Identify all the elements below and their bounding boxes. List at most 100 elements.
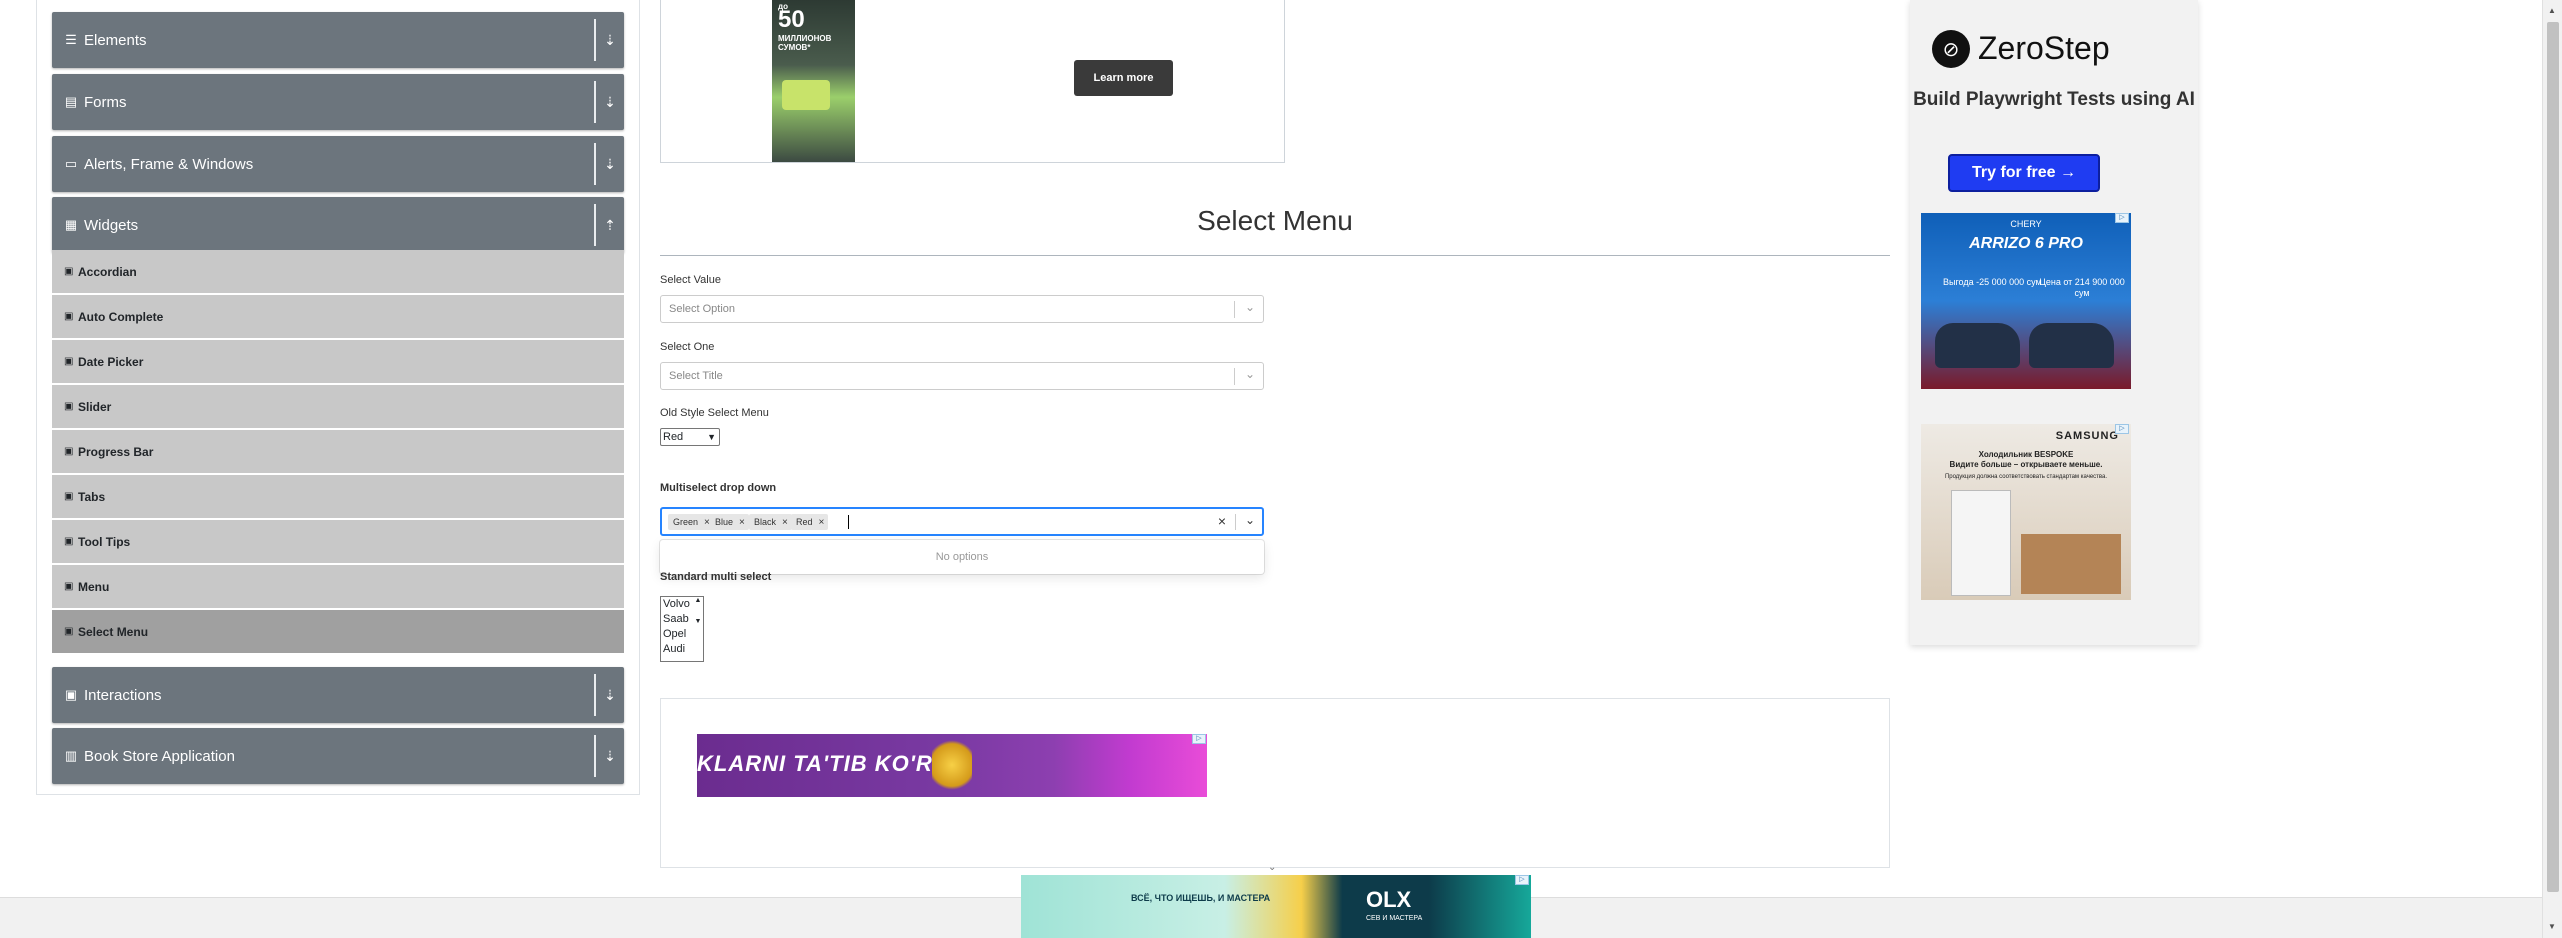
indicator-separator <box>1235 514 1236 530</box>
clear-icon[interactable]: × <box>1218 513 1226 529</box>
group-elements[interactable]: ☰ Elements ⇣ <box>52 12 624 68</box>
standard-multi-label: Standard multi select <box>660 571 772 583</box>
text-cursor <box>848 515 849 529</box>
old-style-select[interactable]: Red ▼ <box>660 428 720 446</box>
group-widgets[interactable]: ▦ Widgets ⇡ <box>52 197 624 253</box>
select-one-dropdown[interactable]: Select Title ⌄ <box>660 362 1264 390</box>
group-elements-label: Elements <box>84 31 147 49</box>
sidebar-item-select-menu[interactable]: ▣ Select Menu <box>52 610 624 653</box>
expand-icon[interactable]: ⇣ <box>594 19 624 61</box>
chevron-down-icon[interactable]: ⌄ <box>1245 367 1255 381</box>
item-icon: ▣ <box>64 356 74 367</box>
chevron-down-icon[interactable]: ⌄ <box>1245 300 1255 314</box>
sidebar-item-auto-complete[interactable]: ▣ Auto Complete <box>52 295 624 338</box>
chevron-down-icon: ▼ <box>707 432 716 442</box>
bottom-ad-frame: KLARNI TA'TIB KO'R ▷ <box>660 698 1890 868</box>
scroll-thumb[interactable] <box>2547 22 2559 892</box>
phone-ad-image[interactable]: до 50 МИЛЛИОНОВ СУМОВ* <box>772 0 855 162</box>
expand-icon[interactable]: ⇣ <box>594 735 624 777</box>
form-icon: ▤ <box>64 94 78 109</box>
group-alerts[interactable]: ▭ Alerts, Frame & Windows ⇣ <box>52 136 624 192</box>
collapse-icon[interactable]: ⇡ <box>594 204 624 246</box>
expand-icon[interactable]: ⇣ <box>594 81 624 123</box>
chip-black: Black × <box>749 514 792 530</box>
grid-icon: ▦ <box>64 217 78 232</box>
multiselect-input[interactable]: Green × Blue × Black × Red × × ⌄ <box>660 507 1264 536</box>
phone-ad-line2: 50 <box>778 6 805 33</box>
group-forms[interactable]: ▤ Forms ⇣ <box>52 74 624 130</box>
banner-ad[interactable]: KLARNI TA'TIB KO'R <box>697 734 1207 797</box>
sidebar-item-menu[interactable]: ▣ Menu <box>52 565 624 608</box>
title-divider <box>660 255 1890 256</box>
scroll-down-icon[interactable]: ▼ <box>2548 922 2556 931</box>
scroll-up-icon[interactable]: ▲ <box>2548 6 2556 15</box>
item-icon: ▣ <box>64 401 74 412</box>
listbox-scrollbar[interactable]: ▲ ▼ <box>693 597 703 661</box>
phone-ad-line3: МИЛЛИОНОВ СУМОВ* <box>778 34 832 52</box>
item-icon: ▣ <box>64 536 74 547</box>
item-icon: ▣ <box>64 311 74 322</box>
car-ad[interactable]: CHERY ARRIZO 6 PRO Выгода -25 000 000 су… <box>1921 213 2131 389</box>
sidebar-item-label: Select Menu <box>78 624 149 639</box>
remove-chip-icon[interactable]: × <box>782 517 788 528</box>
car-ad-model: ARRIZO 6 PRO <box>1969 235 2083 252</box>
expand-icon[interactable]: ⇣ <box>594 674 624 716</box>
chip-label: Red <box>796 517 813 527</box>
old-style-value: Red <box>663 431 684 443</box>
page-scrollbar[interactable]: ▲ ▼ <box>2542 0 2562 938</box>
select-value-dropdown[interactable]: Select Option ⌄ <box>660 295 1264 323</box>
car-graphic <box>2029 323 2114 368</box>
right-ad-panel: ⊘ ZeroStep Build Playwright Tests using … <box>1910 0 2198 645</box>
bottom-ad-text: ВСЁ, ЧТО ИЩЕШЬ, И МАСТЕРА <box>1131 893 1271 903</box>
no-options-message: No options <box>935 551 989 563</box>
standard-multi-select[interactable]: Volvo Saab Opel Audi ▲ ▼ <box>660 596 704 662</box>
sidebar-item-tabs[interactable]: ▣ Tabs <box>52 475 624 518</box>
fridge-ad[interactable]: SAMSUNG Холодильник BESPOKE Видите больш… <box>1921 424 2131 600</box>
chip-blue: Blue × <box>710 514 749 530</box>
select-one-placeholder: Select Title <box>669 370 723 382</box>
expand-icon[interactable]: ⇣ <box>594 143 624 185</box>
chevron-down-icon[interactable]: ⌄ <box>1245 513 1255 527</box>
chevron-down-icon[interactable]: ⌄ <box>1268 862 1276 873</box>
remove-chip-icon[interactable]: × <box>819 517 825 528</box>
adchoices-icon[interactable]: ▷ <box>2115 424 2129 434</box>
group-widgets-label: Widgets <box>84 216 139 234</box>
adchoices-icon[interactable]: ▷ <box>1515 875 1529 885</box>
select-value-label: Select Value <box>660 274 721 286</box>
page: ☰ Elements ⇣ ▤ Forms ⇣ ▭ Alerts, Frame &… <box>0 0 2562 938</box>
group-book-store[interactable]: ▥ Book Store Application ⇣ <box>52 728 624 784</box>
select-value-placeholder: Select Option <box>669 303 736 315</box>
sidebar-item-label: Tabs <box>78 489 106 504</box>
multiselect-label: Multiselect drop down <box>660 482 777 494</box>
indicator-separator <box>1234 368 1235 385</box>
group-interactions[interactable]: ▣ Interactions ⇣ <box>52 667 624 723</box>
bottom-sticky-ad[interactable]: ВСЁ, ЧТО ИЩЕШЬ, И МАСТЕРА OLX СЕВ И МАСТ… <box>1021 875 1531 938</box>
old-style-label: Old Style Select Menu <box>660 407 769 419</box>
fridge-ad-line1: Холодильник BESPOKE <box>1978 450 2074 459</box>
sidebar-item-date-picker[interactable]: ▣ Date Picker <box>52 340 624 383</box>
item-icon: ▣ <box>64 626 74 637</box>
multiselect-menu: No options <box>660 540 1264 574</box>
sidebar-item-label: Slider <box>78 399 112 414</box>
zerostep-logo-icon: ⊘ <box>1932 30 1970 68</box>
sidebar-item-progress-bar[interactable]: ▣ Progress Bar <box>52 430 624 473</box>
try-for-free-button[interactable]: Try for free → <box>1948 154 2100 192</box>
chip-label: Blue <box>715 517 734 527</box>
sidebar-item-accordian[interactable]: ▣ Accordian <box>52 250 624 293</box>
remove-chip-icon[interactable]: × <box>739 517 745 528</box>
sidebar-item-slider[interactable]: ▣ Slider <box>52 385 624 428</box>
olx-subtitle: СЕВ И МАСТЕРА <box>1366 915 1423 922</box>
group-forms-label: Forms <box>84 93 127 111</box>
car-ad-price-1: Выгода -25 000 000 сум <box>1943 277 2042 287</box>
learn-more-button[interactable]: Learn more <box>1074 60 1173 96</box>
adchoices-icon[interactable]: ▷ <box>1192 734 1206 744</box>
sidebar-item-tool-tips[interactable]: ▣ Tool Tips <box>52 520 624 563</box>
remove-chip-icon[interactable]: × <box>704 517 710 528</box>
chip-green: Green × <box>668 514 714 530</box>
fridge-graphic <box>1951 490 2011 596</box>
adchoices-icon[interactable]: ▷ <box>2115 213 2129 223</box>
widgets-menu-list: ▣ Accordian ▣ Auto Complete ▣ Date Picker ▣… <box>52 250 624 655</box>
sidebar-item-label: Accordian <box>78 264 137 279</box>
sidebar-item-label: Auto Complete <box>78 309 164 324</box>
item-icon: ▣ <box>64 581 74 592</box>
